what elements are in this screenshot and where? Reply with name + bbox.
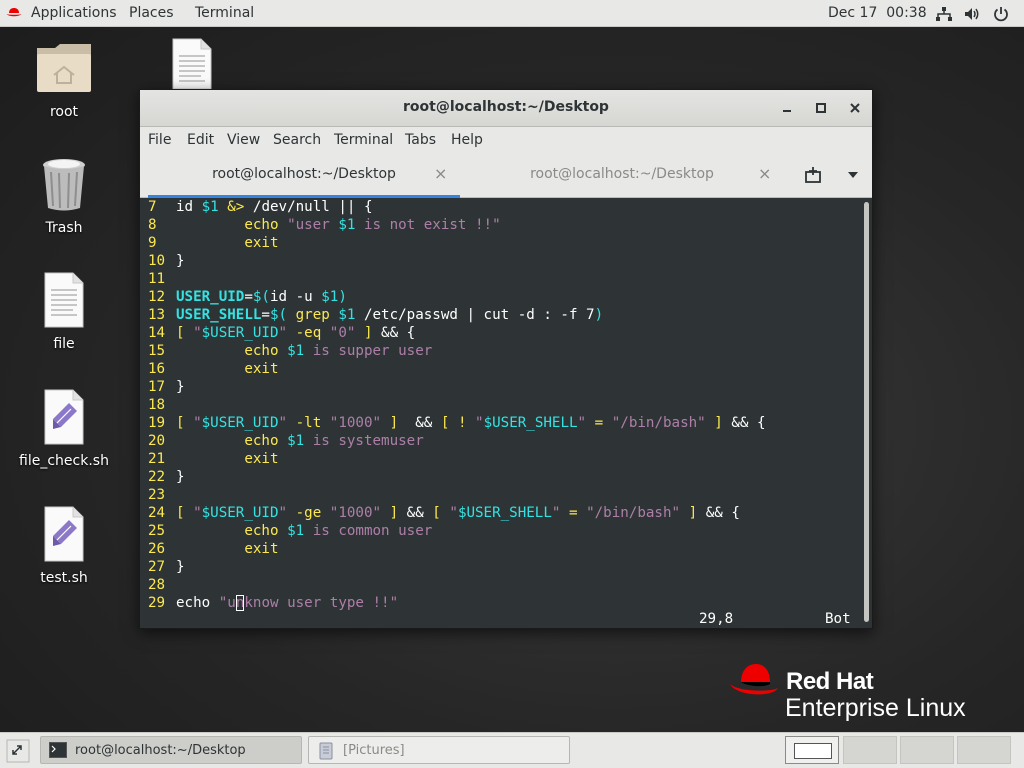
code-line: 16 exit [148,361,279,377]
workspace-window-thumbnail [794,743,832,759]
window-title: root@localhost:~/Desktop [403,99,609,115]
code-line: 24[ "$USER_UID" -ge "1000" ] && [ "$USER… [148,505,740,521]
terminal-content[interactable]: 7 id $1 &> /dev/null || { 8 echo "user $1… [140,198,862,628]
menu-help[interactable]: Help [451,132,483,148]
trash-icon [43,159,85,211]
close-icon[interactable] [845,98,865,118]
code-line: 27} [148,559,185,575]
desktop-icon-label: Trash [45,220,83,236]
code-line: 9 exit [148,235,279,251]
clock[interactable]: Dec 17 00:38 [828,5,927,21]
minimize-icon[interactable] [777,98,797,118]
maximize-icon[interactable] [811,98,831,118]
code-line: 22} [148,469,185,485]
terminal-icon [49,742,67,758]
code-line: 26 exit [148,541,279,557]
script-file-icon [44,389,84,445]
workspace-4[interactable] [957,736,1011,764]
redhat-product-name: Enterprise Linux [785,694,966,722]
tab-active[interactable]: root@localhost:~/Desktop × [148,155,460,198]
tab-close-icon[interactable]: × [758,164,771,183]
places-menu[interactable]: Places [129,5,174,21]
desktop-icon-test-sh[interactable]: test.sh [9,506,119,586]
code-line: 20 echo $1 is systemuser [148,433,424,449]
code-line: 7 id $1 &> /dev/null || { [148,199,373,215]
desktop-icon-file[interactable]: file [9,272,119,352]
workspace-1[interactable] [785,736,839,764]
code-line: 23 [148,487,166,503]
tab-close-icon[interactable]: × [434,164,447,183]
taskbar-item-label: [Pictures] [343,743,405,758]
tab-list-dropdown-icon[interactable] [846,169,860,181]
network-icon[interactable] [935,5,953,23]
code-line: 19[ "$USER_UID" -lt "1000" ] && [ ! "$US… [148,415,766,431]
tab-label: root@localhost:~/Desktop [212,166,396,182]
redhat-branding: Red Hat Enterprise Linux [728,662,988,726]
menu-file[interactable]: File [148,132,171,148]
volume-icon[interactable] [963,5,981,23]
workspace-3[interactable] [900,736,954,764]
desktop-icon-file-check-sh[interactable]: file_check.sh [9,389,119,469]
tab-inactive[interactable]: root@localhost:~/Desktop × [466,155,778,195]
tab-bar: root@localhost:~/Desktop × root@localhos… [140,155,872,198]
redhat-wordmark: Red Hat [786,668,874,695]
power-icon[interactable] [992,5,1010,23]
menu-view[interactable]: View [227,132,260,148]
menu-terminal[interactable]: Terminal [334,132,393,148]
terminal-scrollbar[interactable] [862,198,872,628]
home-folder-icon [37,44,91,92]
code-line: 21 exit [148,451,279,467]
show-desktop-icon[interactable] [6,739,30,763]
cursor-position: 29,8 [699,611,734,627]
code-line: 17} [148,379,185,395]
code-line: 8 echo "user $1 is not exist !!" [148,217,501,233]
terminal-app-menu[interactable]: Terminal [195,5,254,21]
taskbar-item-label: root@localhost:~/Desktop [75,743,246,758]
menu-bar: File Edit View Search Terminal Tabs Help [140,127,872,155]
taskbar-item-pictures[interactable]: [Pictures] [308,736,570,764]
applications-menu[interactable]: Applications [31,5,117,21]
code-line: 29 echo "unknow user type !!" [148,595,399,611]
script-file-icon [44,506,84,562]
code-line: 11 [148,271,166,287]
menu-tabs[interactable]: Tabs [405,132,436,148]
text-file-icon [172,38,212,90]
taskbar-item-terminal[interactable]: root@localhost:~/Desktop [40,736,302,764]
desktop-icon-label: root [49,104,79,120]
code-line: 12 USER_UID=$(id -u $1) [148,289,347,305]
text-file-icon [44,272,84,328]
top-panel: Applications Places Terminal Dec 17 00:3… [0,0,1024,27]
workspace-2[interactable] [843,736,897,764]
desktop-icon-document[interactable] [137,38,247,94]
window-titlebar[interactable]: root@localhost:~/Desktop [140,90,872,127]
terminal-window[interactable]: root@localhost:~/Desktop File Edit View … [139,89,873,629]
desktop-icon-root[interactable]: root [9,38,119,120]
desktop-icon-trash[interactable]: Trash [9,156,119,236]
file-manager-icon [319,742,333,760]
code-line: 15 echo $1 is supper user [148,343,433,359]
code-line: 13 USER_SHELL=$( grep $1 /etc/passwd | cu… [148,307,604,323]
code-line: 14[ "$USER_UID" -eq "0" ] && { [148,325,416,341]
redhat-hat-icon [730,664,778,695]
scroll-position: Bot [825,611,851,627]
code-line: 18 [148,397,166,413]
scrollbar-thumb[interactable] [864,202,869,622]
new-tab-icon[interactable] [804,166,822,184]
code-line: 10} [148,253,185,269]
bottom-panel: root@localhost:~/Desktop [Pictures] [0,732,1024,768]
menu-edit[interactable]: Edit [187,132,214,148]
code-line: 25 echo $1 is common user [148,523,433,539]
desktop-icon-label: file [53,336,75,352]
desktop-icon-label: file_check.sh [19,453,109,469]
desktop-icon-label: test.sh [40,570,88,586]
menu-search[interactable]: Search [273,132,321,148]
redhat-logo-icon [6,8,22,17]
code-line: 28 [148,577,166,593]
tab-label: root@localhost:~/Desktop [530,166,714,182]
